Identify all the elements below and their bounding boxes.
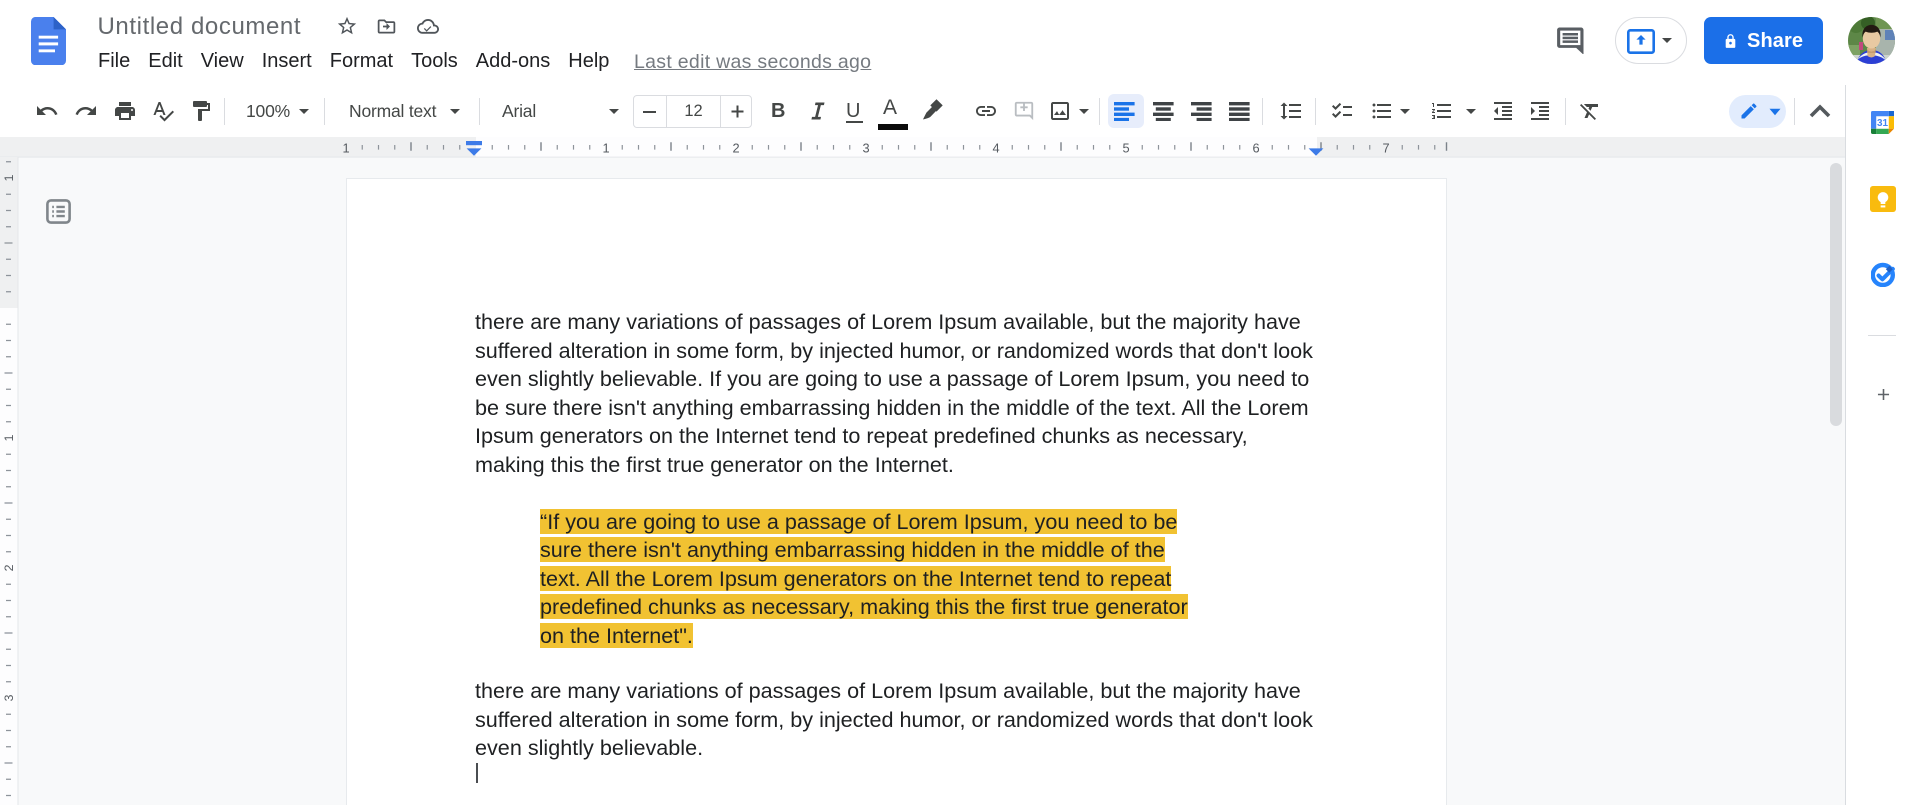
svg-text:1: 1 — [2, 174, 16, 181]
svg-text:5: 5 — [1122, 140, 1129, 155]
svg-text:7: 7 — [1382, 140, 1389, 155]
svg-text:1: 1 — [2, 434, 16, 441]
svg-text:6: 6 — [1252, 140, 1259, 155]
svg-text:31: 31 — [1877, 118, 1889, 129]
svg-text:1: 1 — [602, 140, 609, 155]
svg-text:4: 4 — [992, 140, 999, 155]
svg-text:3: 3 — [862, 140, 869, 155]
svg-text:3: 3 — [2, 694, 16, 701]
svg-text:2: 2 — [732, 140, 739, 155]
svg-text:2: 2 — [2, 564, 16, 571]
svg-text:1: 1 — [342, 140, 349, 155]
